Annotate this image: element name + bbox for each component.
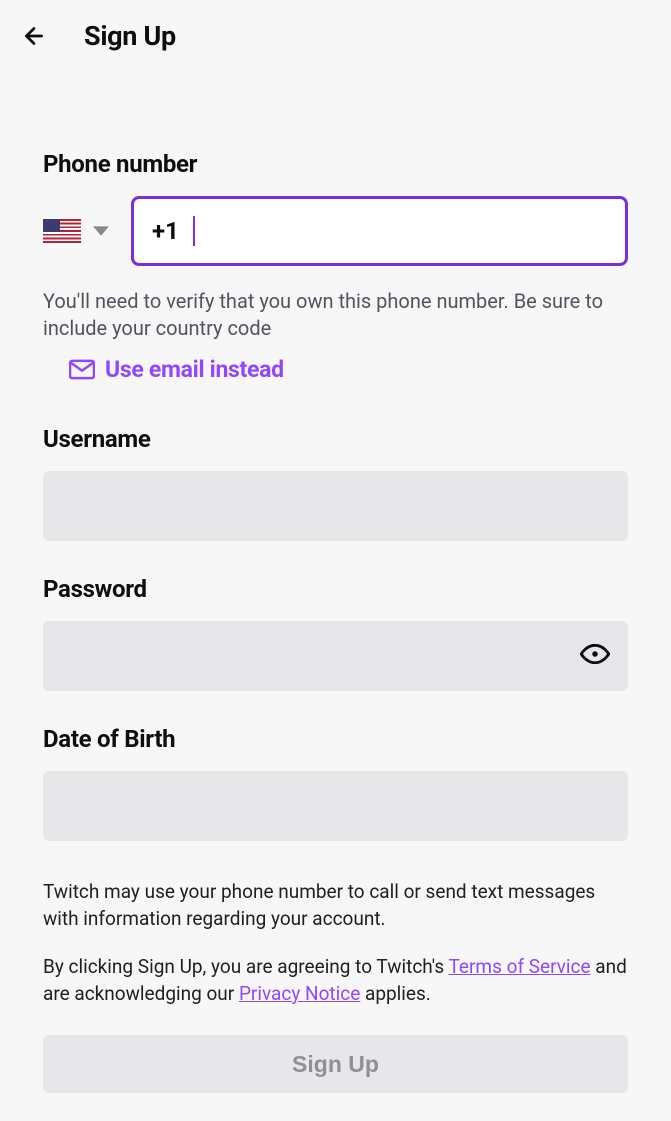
dob-section: Date of Birth [43, 725, 628, 841]
agreement-prefix: By clicking Sign Up, you are agreeing to… [43, 955, 449, 978]
phone-disclosure-text: Twitch may use your phone number to call… [43, 879, 628, 932]
page-title: Sign Up [84, 20, 176, 52]
username-section: Username [43, 425, 628, 541]
mail-icon [69, 359, 95, 380]
eye-icon [580, 644, 610, 664]
toggle-password-visibility[interactable] [580, 644, 610, 668]
dob-label: Date of Birth [43, 725, 628, 753]
password-input[interactable] [43, 621, 628, 691]
phone-section: Phone number +1 You'll need to verify th… [43, 150, 628, 425]
privacy-notice-link[interactable]: Privacy Notice [239, 982, 360, 1005]
phone-label: Phone number [43, 150, 628, 178]
password-wrapper [43, 621, 628, 691]
text-cursor [193, 216, 195, 246]
us-flag-icon [43, 219, 81, 243]
password-label: Password [43, 575, 628, 603]
phone-input[interactable] [209, 217, 607, 245]
agreement-suffix: applies. [360, 982, 431, 1005]
signup-button[interactable]: Sign Up [43, 1035, 628, 1093]
username-input[interactable] [43, 471, 628, 541]
use-email-instead-label: Use email instead [105, 356, 284, 383]
password-section: Password [43, 575, 628, 691]
phone-row: +1 [43, 196, 628, 266]
username-label: Username [43, 425, 628, 453]
back-button[interactable] [20, 22, 48, 50]
terms-agreement-text: By clicking Sign Up, you are agreeing to… [43, 954, 628, 1007]
arrow-left-icon [21, 23, 47, 49]
phone-input-wrapper[interactable]: +1 [131, 196, 628, 266]
dob-input[interactable] [43, 771, 628, 841]
terms-of-service-link[interactable]: Terms of Service [449, 955, 591, 978]
page-header: Sign Up [0, 0, 671, 70]
country-select[interactable] [43, 219, 109, 243]
use-email-instead-button[interactable]: Use email instead [69, 356, 284, 383]
phone-prefix: +1 [152, 217, 179, 245]
phone-hint: You'll need to verify that you own this … [43, 288, 628, 342]
chevron-down-icon [93, 226, 109, 236]
signup-form: Phone number +1 You'll need to verify th… [0, 70, 671, 1093]
